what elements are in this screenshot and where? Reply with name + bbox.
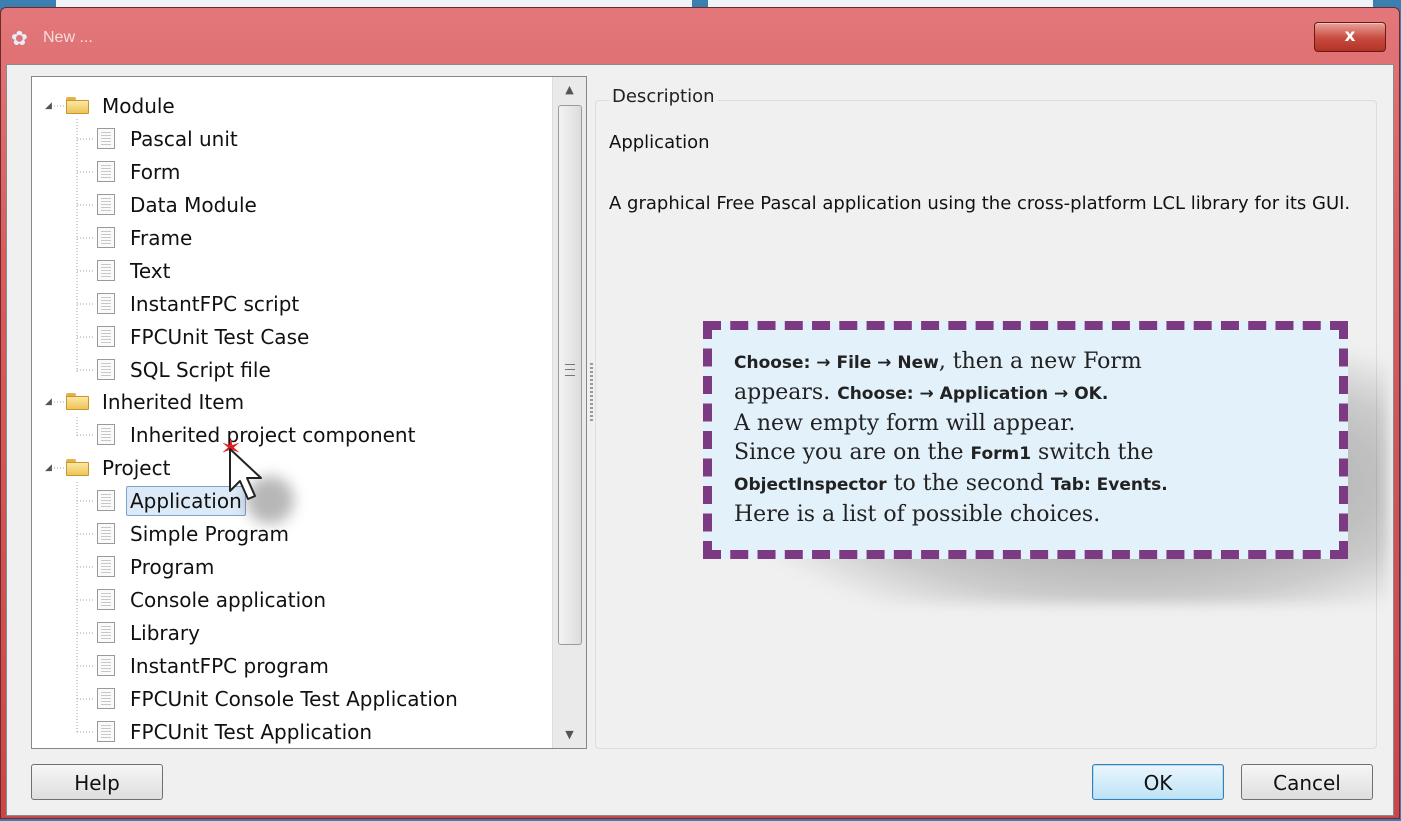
mouse-pointer-icon <box>229 448 262 500</box>
file-icon <box>97 424 115 445</box>
file-icon <box>97 227 115 248</box>
callout-line: Since you are on the Form1 switch the <box>734 440 1154 465</box>
file-icon <box>97 556 115 577</box>
ok-button-label: OK <box>1143 771 1173 795</box>
description-legend: Description <box>609 86 718 107</box>
callout-line: Choose: → File → New, then a new Form <box>734 349 1142 374</box>
tree-vertical-scrollbar[interactable]: ▲ ▼ <box>552 77 586 748</box>
grip-icon <box>565 364 575 376</box>
scroll-up-arrow-icon[interactable]: ▲ <box>553 77 586 103</box>
file-icon <box>97 359 115 380</box>
file-icon <box>97 326 115 347</box>
file-icon <box>97 655 115 676</box>
file-icon <box>97 194 115 215</box>
file-icon <box>97 589 115 610</box>
folder-icon <box>66 97 90 114</box>
cancel-button-label: Cancel <box>1273 771 1341 795</box>
callout-line: appears. Choose: → Application → OK. <box>734 380 1109 405</box>
file-icon <box>97 293 115 314</box>
file-icon <box>97 622 115 643</box>
file-icon <box>97 128 115 149</box>
collapse-arrow-icon[interactable]: ◢ <box>45 463 55 473</box>
help-button-label: Help <box>74 771 120 795</box>
close-button[interactable]: x <box>1314 22 1386 52</box>
scrollbar-thumb[interactable] <box>558 105 582 645</box>
callout-line: ObjectInspector to the second Tab: Event… <box>734 471 1168 496</box>
item-tree[interactable]: ◢ Module Pascal unit Form Data Module Fr… <box>31 76 587 749</box>
window-title: New ... <box>43 29 93 46</box>
folder-icon <box>66 393 90 410</box>
scroll-down-arrow-icon[interactable]: ▼ <box>553 722 586 748</box>
title-bar[interactable]: ✿ New ... x <box>1 8 1399 60</box>
tutorial-callout: Choose: → File → New, then a new Form ap… <box>703 321 1348 559</box>
file-icon <box>97 490 115 511</box>
file-icon <box>97 260 115 281</box>
collapse-arrow-icon[interactable]: ◢ <box>45 397 55 407</box>
folder-icon <box>66 459 90 476</box>
description-title: Application <box>609 132 710 153</box>
file-icon <box>97 688 115 709</box>
callout-line: A new empty form will appear. <box>734 411 1076 436</box>
lazarus-app-icon: ✿ <box>11 26 28 50</box>
description-text: A graphical Free Pascal application usin… <box>609 193 1351 214</box>
collapse-arrow-icon[interactable]: ◢ <box>45 101 55 111</box>
panel-splitter[interactable] <box>590 363 593 423</box>
file-icon <box>97 721 115 742</box>
cancel-button[interactable]: Cancel <box>1241 764 1373 800</box>
ok-button[interactable]: OK <box>1092 764 1224 800</box>
callout-line: Here is a list of possible choices. <box>734 502 1101 527</box>
help-button[interactable]: Help <box>31 764 163 800</box>
file-icon <box>97 161 115 182</box>
file-icon <box>97 523 115 544</box>
